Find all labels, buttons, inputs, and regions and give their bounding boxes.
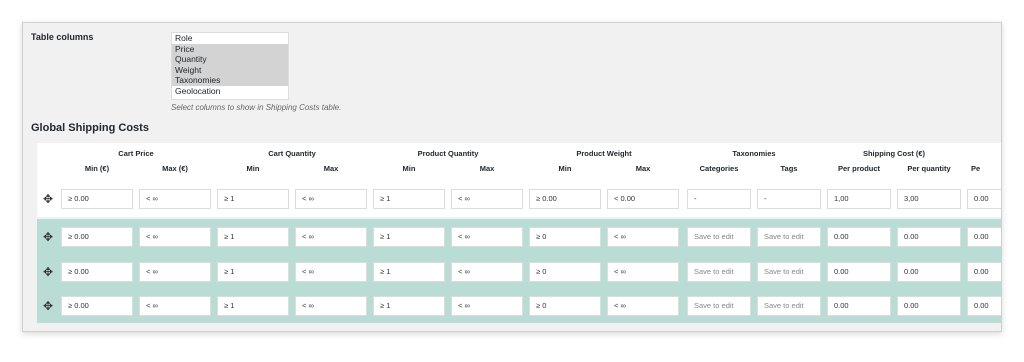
cost-input[interactable]: -: [687, 189, 751, 209]
table-row: ✥ ≥ 0.00 < ∞ ≥ 1 < ∞ ≥ 1 < ∞ ≥ 0 < ∞ Save to edit…: [37, 289, 1001, 323]
column-header: Max: [323, 164, 339, 173]
cost-input[interactable]: < 0.00: [607, 189, 679, 209]
cost-input[interactable]: Save to edit: [687, 296, 751, 316]
cost-input[interactable]: < ∞: [451, 261, 523, 282]
column-option[interactable]: Taxonomies: [172, 75, 288, 86]
column-group-header: Cart Price: [118, 149, 154, 158]
cost-input[interactable]: Save to edit: [687, 261, 751, 282]
column-header: Max: [635, 164, 651, 173]
cost-input[interactable]: 1,00: [827, 189, 891, 209]
column-header: Pe: [971, 164, 981, 173]
cost-input[interactable]: < ∞: [139, 261, 211, 282]
cost-input[interactable]: ≥ 1: [217, 261, 289, 282]
table-row: ✥ ≥ 0.00 < ∞ ≥ 1 < ∞ ≥ 1 < ∞ ≥ 0 < ∞ Save to edit…: [37, 254, 1001, 289]
cost-input[interactable]: ≥ 1: [373, 261, 445, 282]
cost-input[interactable]: 0.00: [897, 261, 961, 282]
cost-input[interactable]: ≥ 0.00: [61, 261, 133, 282]
column-group-header: Shipping Cost (€): [862, 149, 926, 158]
section-title: Global Shipping Costs: [31, 122, 149, 134]
cost-input[interactable]: Save to edit: [687, 226, 751, 247]
table-columns-hint: Select columns to show in Shipping Costs…: [171, 103, 342, 112]
cost-input[interactable]: Save to edit: [757, 296, 821, 316]
cost-input[interactable]: ≥ 0: [529, 296, 601, 316]
cost-input[interactable]: Save to edit: [757, 261, 821, 282]
cost-input[interactable]: < ∞: [607, 296, 679, 316]
cost-input[interactable]: ≥ 1: [373, 296, 445, 316]
cost-input[interactable]: ≥ 0.00: [61, 296, 133, 316]
cost-input[interactable]: < ∞: [139, 226, 211, 247]
cost-input[interactable]: 0.00: [967, 189, 1001, 209]
column-header: Max (€): [162, 164, 188, 173]
column-group-header: Taxonomies: [732, 149, 776, 158]
column-header: Max: [479, 164, 495, 173]
move-icon[interactable]: ✥: [41, 299, 55, 313]
column-option[interactable]: Weight: [172, 64, 288, 76]
cost-input[interactable]: < ∞: [139, 189, 211, 209]
cost-input[interactable]: Save to edit: [757, 226, 821, 247]
column-group-header: Product Weight: [576, 149, 632, 158]
cost-input[interactable]: ≥ 0.00: [529, 189, 601, 209]
move-icon[interactable]: ✥: [41, 192, 55, 206]
table-columns-listbox[interactable]: Role Price Quantity Weight Taxonomies Geoloca…: [171, 32, 289, 100]
settings-panel: Table columns Role Price Quantity Weight Tax…: [22, 22, 1002, 332]
cost-input[interactable]: < ∞: [295, 296, 367, 316]
cost-input[interactable]: ≥ 1: [217, 189, 289, 209]
column-option[interactable]: Quantity: [172, 54, 288, 65]
table-row: ✥ ≥ 0.00 < ∞ ≥ 1 < ∞ ≥ 1 < ∞ ≥ 0 < ∞ Save to edit…: [37, 219, 1001, 254]
cost-input[interactable]: < ∞: [607, 261, 679, 282]
column-header: Per product: [837, 164, 881, 173]
table-row: ✥ ≥ 0.00 < ∞ ≥ 1 < ∞ ≥ 1 < ∞ ≥ 0.00 < 0.00- -1,00…: [37, 181, 1001, 217]
cost-input[interactable]: ≥ 0: [529, 261, 601, 282]
cost-input[interactable]: < ∞: [295, 261, 367, 282]
column-group-header: Cart Quantity: [268, 149, 316, 158]
cost-input[interactable]: < ∞: [451, 226, 523, 247]
cost-input[interactable]: 0.00: [827, 261, 891, 282]
table-columns-label: Table columns: [31, 32, 94, 42]
cost-input[interactable]: ≥ 1: [373, 226, 445, 247]
cost-input[interactable]: 0.00: [827, 226, 891, 247]
cost-input[interactable]: < ∞: [451, 296, 523, 316]
column-header: Min: [558, 164, 572, 173]
column-header: Min: [246, 164, 260, 173]
cost-input[interactable]: 0.00: [897, 226, 961, 247]
cost-input[interactable]: 0.00: [827, 296, 891, 316]
cost-input[interactable]: 3,00: [897, 189, 961, 209]
cost-input[interactable]: ≥ 1: [373, 189, 445, 209]
move-icon[interactable]: ✥: [41, 230, 55, 244]
cost-input[interactable]: < ∞: [295, 226, 367, 247]
cost-input[interactable]: 0.00: [967, 261, 1001, 282]
cost-input[interactable]: ≥ 0.00: [61, 189, 133, 209]
cost-input[interactable]: 0.00: [897, 296, 961, 316]
cost-input[interactable]: ≥ 1: [217, 296, 289, 316]
column-header: Tags: [780, 164, 798, 173]
column-option[interactable]: Geolocation: [172, 86, 288, 97]
column-header: Min: [402, 164, 416, 173]
cost-input[interactable]: < ∞: [607, 226, 679, 247]
cost-input[interactable]: < ∞: [295, 189, 367, 209]
column-option[interactable]: Price: [172, 43, 288, 55]
cost-input[interactable]: ≥ 0.00: [61, 226, 133, 247]
column-header: Per quantity: [907, 164, 951, 173]
column-header: Min (€): [84, 164, 110, 173]
cost-input[interactable]: 0.00: [967, 226, 1001, 247]
shipping-costs-table: Cart Price Cart Quantity Product Quantity P…: [37, 143, 1001, 323]
move-icon[interactable]: ✥: [41, 265, 55, 279]
column-group-header: Product Quantity: [417, 149, 479, 158]
cost-input[interactable]: ≥ 1: [217, 226, 289, 247]
cost-input[interactable]: ≥ 0: [529, 226, 601, 247]
cost-input[interactable]: < ∞: [139, 296, 211, 316]
column-option[interactable]: Role: [172, 33, 288, 44]
cost-input[interactable]: -: [757, 189, 821, 209]
cost-input[interactable]: 0.00: [967, 296, 1001, 316]
column-header: Categories: [699, 164, 739, 173]
cost-input[interactable]: < ∞: [451, 189, 523, 209]
